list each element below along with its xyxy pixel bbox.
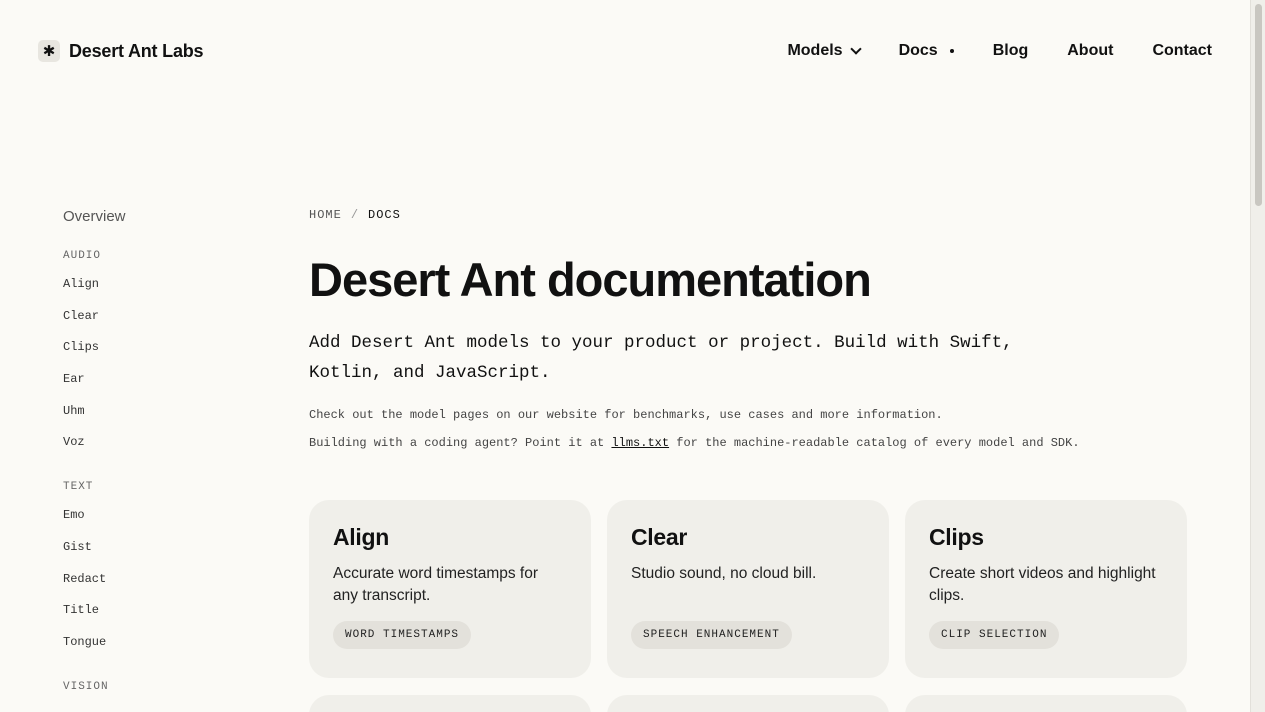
breadcrumb-current: DOCS [368, 208, 401, 222]
page: ✱ Desert Ant Labs Models Docs Blog About… [0, 0, 1265, 712]
model-card-clips[interactable]: Clips Create short videos and highlight … [905, 500, 1187, 678]
breadcrumb: HOME / DOCS [309, 208, 1199, 222]
sidebar-item-tongue[interactable]: Tongue [63, 633, 263, 665]
llms-txt-link[interactable]: llms.txt [611, 436, 669, 450]
page-scrollbar[interactable] [1250, 0, 1265, 712]
sidebar-item-ear[interactable]: Ear [63, 370, 263, 402]
nav-docs[interactable]: Docs [899, 42, 954, 60]
sidebar-group-vision: VISION [63, 680, 109, 693]
page-title: Desert Ant documentation [309, 253, 872, 306]
model-card-align[interactable]: Align Accurate word timestamps for any t… [309, 500, 591, 678]
docs-sidebar: Overview AUDIO Align Clear Clips Ear Uhm… [63, 208, 263, 706]
model-cards-grid: Align Accurate word timestamps for any t… [309, 500, 1187, 678]
logo-text: Desert Ant Labs [69, 40, 204, 61]
sidebar-group-audio: AUDIO [63, 250, 102, 262]
nav-blog[interactable]: Blog [993, 42, 1029, 60]
scrollbar-thumb[interactable] [1255, 4, 1262, 206]
nav-about-label: About [1067, 42, 1114, 59]
sidebar-item-gist[interactable]: Gist [63, 538, 263, 570]
card-description: Accurate word timestamps for any transcr… [333, 565, 539, 604]
site-header: ✱ Desert Ant Labs Models Docs Blog About… [0, 0, 1250, 102]
nav-models-label: Models [787, 42, 843, 59]
page-lead: Add Desert Ant models to your product or… [309, 332, 1013, 383]
nav-about[interactable]: About [1067, 42, 1113, 60]
model-card-partial[interactable] [309, 695, 591, 712]
info-text-prefix: Building with a coding agent? Point it a… [309, 435, 612, 450]
sidebar-item-emo[interactable]: Emo [63, 506, 263, 538]
nav-models[interactable]: Models [787, 42, 862, 60]
card-title: Align [333, 524, 389, 550]
logo-asterisk-icon: ✱ [38, 40, 60, 62]
nav-contact-label: Contact [1152, 42, 1212, 59]
nav-blog-label: Blog [992, 42, 1029, 59]
breadcrumb-separator: / [350, 208, 360, 222]
sidebar-item-clips[interactable]: Clips [63, 338, 263, 370]
sidebar-item-clear[interactable]: Clear [63, 307, 263, 339]
sidebar-item-title[interactable]: Title [63, 601, 263, 633]
info-text-model-pages: Check out the model pages on our website… [309, 407, 943, 422]
main-nav: Models Docs Blog About Contact [787, 42, 1212, 60]
model-card-partial[interactable] [607, 695, 889, 712]
info-text-coding-agent: Building with a coding agent? Point it a… [309, 436, 1199, 450]
chevron-down-icon [849, 42, 862, 55]
card-title: Clips [929, 524, 984, 550]
breadcrumb-home[interactable]: HOME [309, 208, 342, 222]
sidebar-item-overview[interactable]: Overview [63, 208, 263, 225]
sidebar-item-voz[interactable]: Voz [63, 433, 263, 465]
sidebar-item-redact[interactable]: Redact [63, 570, 263, 602]
model-card-partial[interactable] [905, 695, 1187, 712]
card-tag: WORD TIMESTAMPS [333, 621, 472, 649]
sidebar-item-uhm[interactable]: Uhm [63, 402, 263, 434]
model-card-clear[interactable]: Clear Studio sound, no cloud bill. SPEEC… [607, 500, 889, 678]
card-title: Clear [631, 524, 688, 550]
card-tag: SPEECH ENHANCEMENT [631, 621, 792, 649]
sidebar-item-align[interactable]: Align [63, 275, 263, 307]
sidebar-group-text: TEXT [63, 481, 94, 494]
active-dot-icon [949, 49, 954, 53]
nav-docs-label: Docs [898, 42, 938, 59]
card-tag: CLIP SELECTION [929, 621, 1060, 649]
nav-contact[interactable]: Contact [1152, 42, 1212, 60]
card-description: Studio sound, no cloud bill. [631, 565, 817, 582]
card-description: Create short videos and highlight clips. [929, 565, 1156, 604]
site-logo[interactable]: ✱ Desert Ant Labs [38, 40, 204, 62]
docs-main: HOME / DOCS Desert Ant documentation Add… [309, 208, 1199, 712]
info-text-suffix: for the machine-readable catalog of ever… [669, 435, 1080, 450]
